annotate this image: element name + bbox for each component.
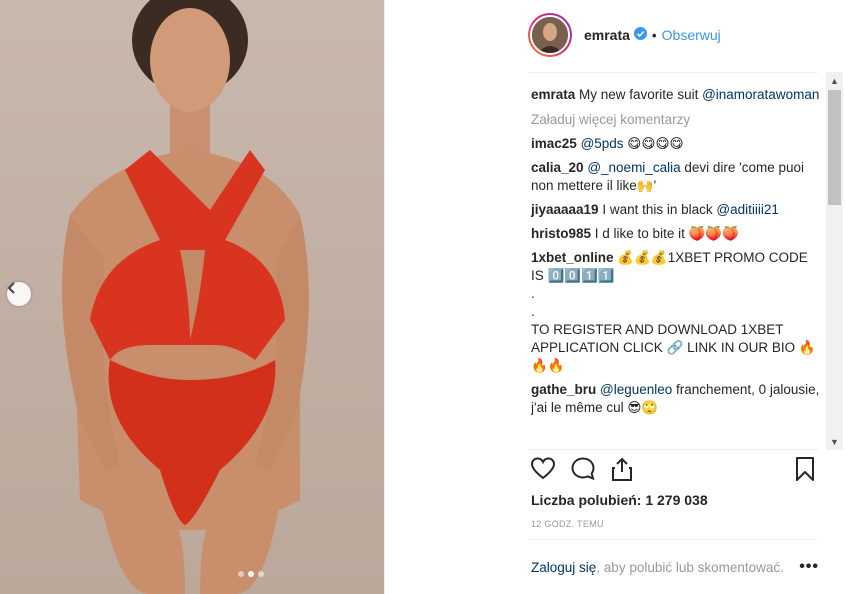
carousel-dot <box>258 571 264 577</box>
save-button[interactable] <box>794 456 816 485</box>
scroll-down-icon[interactable]: ▼ <box>826 433 843 450</box>
post-username[interactable]: emrata <box>584 27 630 43</box>
like-button[interactable] <box>530 456 556 485</box>
comment-item: hristo985 I d like to bite it 🍑🍑🍑 <box>531 225 821 243</box>
comment-username[interactable]: gathe_bru <box>531 382 596 397</box>
more-options-button[interactable]: ••• <box>799 558 819 576</box>
comment-text: 😋😋😋😋 <box>623 136 684 151</box>
post-timestamp[interactable]: 12 GODZ. TEMU <box>531 519 604 529</box>
scroll-up-icon[interactable]: ▲ <box>826 72 843 89</box>
comment-item: gathe_bru @leguenleo franchement, 0 jalo… <box>531 381 821 417</box>
actions-divider <box>528 449 818 450</box>
comment-username[interactable]: jiyaaaaa19 <box>531 202 599 217</box>
caption-username[interactable]: emrata <box>531 87 575 102</box>
login-link[interactable]: Zaloguj się <box>531 560 596 575</box>
post-photo[interactable] <box>0 0 384 594</box>
verified-badge-icon <box>633 27 647 43</box>
comment-mention[interactable]: @5pds <box>581 136 624 151</box>
comment-text: 💰💰💰1XBET PROMO CODE IS 0️⃣0️⃣1️⃣1️⃣ . . … <box>531 250 816 373</box>
post-header: emrata • Obserwuj <box>528 12 818 58</box>
comment-mention[interactable]: @_noemi_calia <box>587 160 680 175</box>
login-divider <box>528 539 818 540</box>
photo-illustration <box>62 0 309 594</box>
header-divider <box>528 72 818 73</box>
avatar[interactable] <box>528 13 572 57</box>
header-separator: • <box>651 27 657 43</box>
chevron-left-icon <box>7 282 15 294</box>
comment-item: jiyaaaaa19 I want this in black @aditiii… <box>531 201 821 219</box>
action-bar <box>528 456 820 488</box>
load-more-comments-button[interactable]: Załaduj więcej komentarzy <box>531 112 821 127</box>
comment-item: calia_20 @_noemi_calia devi dire 'come p… <box>531 159 821 195</box>
comments-scrollbar[interactable]: ▲ ▼ <box>826 72 843 450</box>
comment-username[interactable]: calia_20 <box>531 160 584 175</box>
likes-count[interactable]: Liczba polubień: 1 279 038 <box>531 492 708 508</box>
heart-icon <box>530 457 556 480</box>
share-icon <box>612 457 632 481</box>
login-prompt-text: , aby polubić lub skomentować. <box>596 559 784 575</box>
comment-icon <box>571 457 595 481</box>
comment-button[interactable] <box>570 456 596 485</box>
comment-item: imac25 @5pds 😋😋😋😋 <box>531 135 821 153</box>
post-details-panel: emrata • Obserwuj emrata My new favorite… <box>384 0 845 594</box>
carousel-dot-active <box>248 571 254 577</box>
comment-mention[interactable]: @aditiiii21 <box>716 202 778 217</box>
comment-username[interactable]: hristo985 <box>531 226 591 241</box>
follow-button[interactable]: Obserwuj <box>662 27 721 43</box>
caption-text: My new favorite suit <box>575 87 703 102</box>
avatar-image <box>532 17 568 53</box>
comment-text: I want this in black <box>598 202 717 217</box>
carousel-dot <box>238 571 244 577</box>
login-prompt: Zaloguj się, aby polubić lub skomentować… <box>531 558 819 576</box>
instagram-post-modal: emrata • Obserwuj emrata My new favorite… <box>0 0 845 594</box>
share-button[interactable] <box>610 456 634 485</box>
scrollbar-thumb[interactable] <box>828 90 841 205</box>
comment-username[interactable]: imac25 <box>531 136 577 151</box>
carousel-indicator <box>238 571 264 577</box>
caption-mention[interactable]: @inamoratawoman <box>702 87 819 102</box>
previous-image-button[interactable] <box>7 282 31 306</box>
comment-username[interactable]: 1xbet_online <box>531 250 614 265</box>
comment-item: 1xbet_online 💰💰💰1XBET PROMO CODE IS 0️⃣0… <box>531 249 821 375</box>
comment-mention[interactable]: @leguenleo <box>600 382 672 397</box>
bookmark-icon <box>796 457 814 481</box>
comment-text: I d like to bite it 🍑🍑🍑 <box>591 226 740 241</box>
caption: emrata My new favorite suit @inamoratawo… <box>531 86 821 104</box>
comments-list: emrata My new favorite suit @inamoratawo… <box>531 86 821 442</box>
